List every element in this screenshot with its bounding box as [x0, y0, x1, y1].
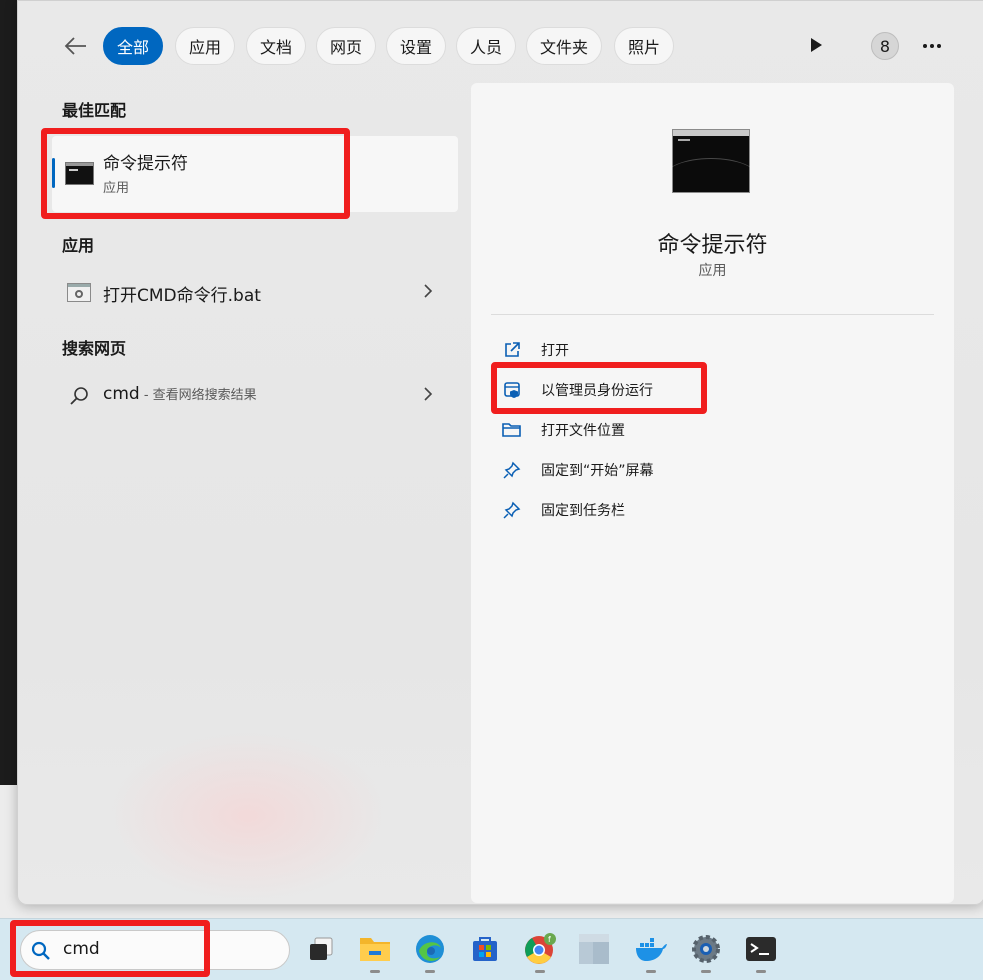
open-external-icon	[501, 339, 523, 361]
action-open-file-location-label: 打开文件位置	[541, 423, 625, 439]
app-result-label: 打开CMD命令行.bat	[103, 286, 261, 306]
action-open[interactable]: 打开	[501, 335, 569, 365]
pin-icon	[501, 499, 523, 521]
filter-chip-documents[interactable]: 文档	[246, 27, 307, 65]
action-pin-to-taskbar-label: 固定到任务栏	[541, 503, 625, 519]
highlight-taskbar-search	[10, 920, 210, 977]
web-query: cmd	[103, 384, 140, 404]
file-explorer-icon[interactable]	[358, 932, 392, 973]
chevron-right-icon[interactable]	[420, 283, 436, 299]
search-icon	[70, 387, 88, 405]
chrome-icon[interactable]: f	[523, 932, 557, 973]
action-pin-to-taskbar[interactable]: 固定到任务栏	[501, 495, 625, 525]
action-pin-to-start-label: 固定到“开始”屏幕	[541, 463, 654, 479]
detail-type: 应用	[698, 263, 727, 279]
web-query-sub: - 查看网络搜索结果	[139, 388, 257, 403]
app-result-bat[interactable]: 打开CMD命令行.bat	[52, 270, 458, 314]
highlight-best-match	[41, 128, 350, 219]
filter-chip-web[interactable]: 网页	[316, 27, 377, 65]
highlight-run-as-admin	[491, 362, 707, 414]
pin-icon	[501, 459, 523, 481]
rewards-badge[interactable]: 8	[871, 32, 899, 60]
more-options-icon[interactable]	[918, 32, 946, 60]
chevron-right-icon[interactable]	[420, 386, 436, 402]
web-search-result[interactable]: cmd - 查看网络搜索结果	[52, 373, 458, 417]
filter-chip-apps[interactable]: 应用	[175, 27, 236, 65]
filter-chip-all[interactable]: 全部	[103, 27, 164, 65]
edge-icon[interactable]	[413, 932, 447, 973]
filter-chip-people[interactable]: 人员	[456, 27, 517, 65]
filter-chip-settings[interactable]: 设置	[386, 27, 447, 65]
batch-file-icon	[67, 283, 91, 302]
web-search-heading: 搜索网页	[62, 339, 127, 358]
store-icon[interactable]	[468, 932, 502, 966]
filter-chip-folders[interactable]: 文件夹	[526, 27, 603, 65]
command-prompt-large-icon	[663, 129, 759, 193]
terminal-icon[interactable]	[744, 932, 778, 973]
task-view-icon[interactable]	[304, 932, 338, 966]
filter-chip-photos[interactable]: 照片	[614, 27, 675, 65]
action-pin-to-start[interactable]: 固定到“开始”屏幕	[501, 455, 654, 485]
play-icon[interactable]	[803, 31, 829, 59]
best-match-heading: 最佳匹配	[62, 101, 127, 120]
app-icon[interactable]	[577, 932, 611, 966]
detail-pane: 命令提示符 应用 打开 以管理员身份运行 打开文件位置 固定到“开始”屏幕 固定…	[471, 83, 954, 903]
apps-heading: 应用	[62, 236, 95, 255]
divider	[491, 314, 934, 315]
action-open-label: 打开	[541, 343, 569, 359]
back-arrow-icon[interactable]	[60, 30, 92, 62]
detail-title: 命令提示符	[657, 233, 768, 258]
docker-icon[interactable]	[634, 932, 668, 973]
folder-icon	[501, 419, 523, 441]
action-open-file-location[interactable]: 打开文件位置	[501, 415, 625, 445]
svg-text:f: f	[548, 935, 551, 944]
settings-icon[interactable]	[689, 932, 723, 973]
